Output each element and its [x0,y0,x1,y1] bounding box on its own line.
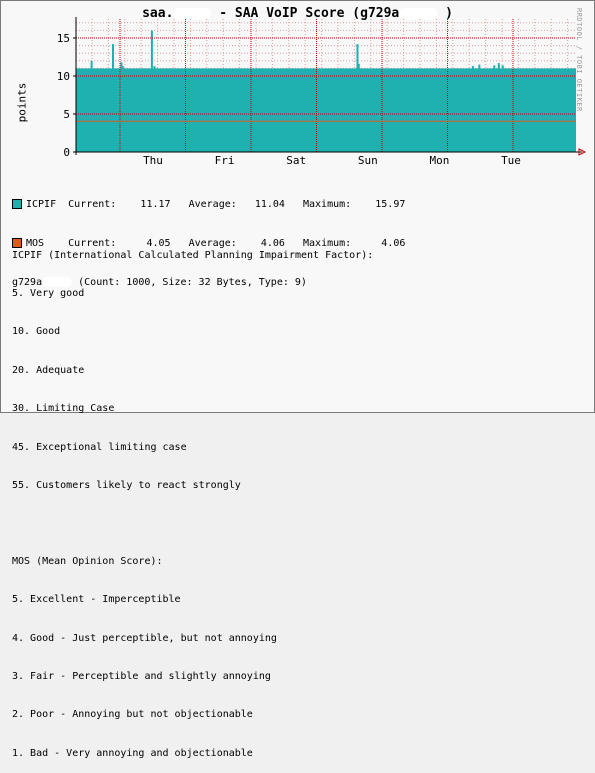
icpif-spike [497,63,500,70]
icpif-swatch [12,199,22,209]
y-tick-label: 15 [57,32,70,45]
icpif-spike [501,65,504,70]
icpif-area [76,68,576,152]
icpif-line: 30. Limiting Case [12,403,115,415]
legend-icpif: ICPIF Current: 11.17 Average: 11.04 Maxi… [12,198,405,211]
mos-maximum: 4.06 [381,238,406,249]
icpif-line: 20. Adequate [12,364,85,376]
mos-line: 3. Fair - Perceptible and slightly annoy… [12,671,271,683]
mos-line: 1. Bad - Very annoying and objectionable [12,747,253,759]
x-tick-label: Mon [429,154,449,167]
icpif-spike [121,66,124,70]
x-tick-label: Thu [143,154,163,167]
y-tick-label: 10 [57,70,70,83]
icpif-maximum-label: Maximum: [303,199,352,210]
icpif-spike [153,66,156,70]
icpif-heading: ICPIF (International Calculated Planning… [12,249,374,261]
icpif-name: ICPIF [26,199,57,210]
icpif-spike [90,60,93,70]
x-tick-label: Tue [501,154,521,167]
y-tick-label: 5 [63,108,70,121]
icpif-spike [357,63,360,70]
mos-heading: MOS (Mean Opinion Score): [12,555,163,567]
y-tick-label: 0 [63,146,70,159]
icpif-average: 11.04 [254,199,285,210]
mos-line: 5. Excellent - Imperceptible [12,594,181,606]
icpif-spike [493,65,496,70]
icpif-spike [150,30,153,70]
icpif-current: 11.17 [140,199,171,210]
icpif-spike [478,64,481,70]
icpif-line: 45. Exceptional limiting case [12,441,187,453]
mos-line: 2. Poor - Annoying but not objectionable [12,709,253,721]
mos-line: 4. Good - Just perceptible, but not anno… [12,632,277,644]
icpif-average-label: Average: [188,199,237,210]
icpif-spike [471,66,474,70]
voip-score-chart: 0 5 10 15 Thu Fri Sat Sun Mon Tue [57,17,587,167]
score-descriptions: ICPIF (International Calculated Planning… [12,224,373,773]
x-tick-label: Fri [215,154,235,167]
icpif-spike [111,44,114,70]
icpif-line: 55. Customers likely to react strongly [12,479,241,491]
x-tick-label: Sat [286,154,306,167]
icpif-line: 10. Good [12,326,61,338]
x-tick-label: Sun [358,154,378,167]
icpif-maximum: 15.97 [375,199,406,210]
icpif-current-label: Current: [68,199,117,210]
icpif-line: 5. Very good [12,287,85,299]
